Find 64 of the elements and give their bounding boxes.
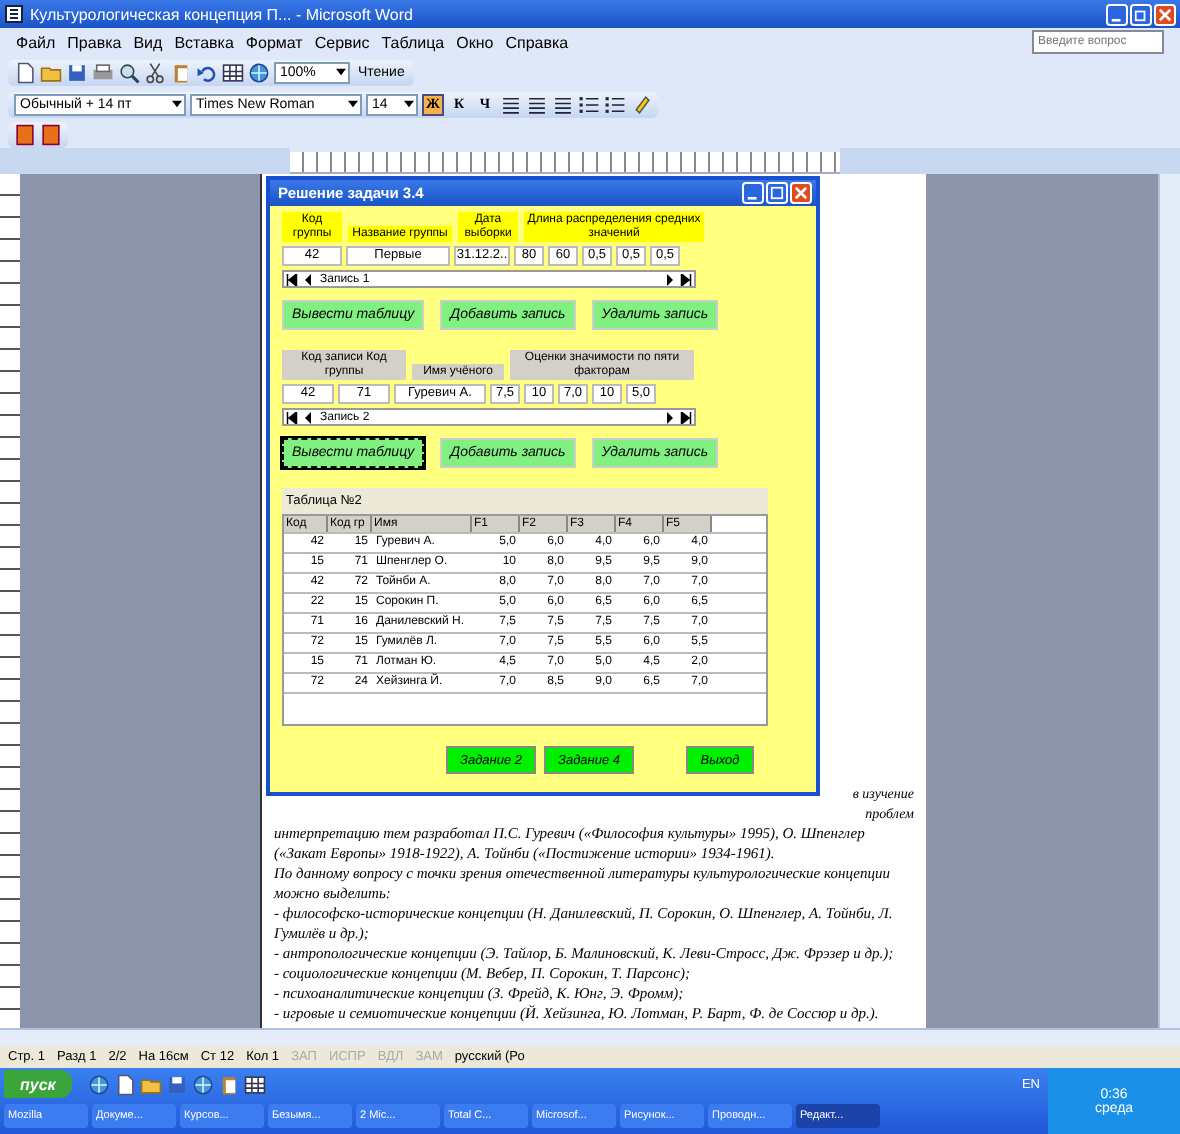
book-icon[interactable] (14, 123, 36, 145)
document-icon (4, 4, 24, 24)
bar-triangle-left-icon (286, 273, 298, 285)
menu-item[interactable]: Окно (456, 33, 494, 51)
list-icon[interactable] (604, 93, 626, 115)
window-title: Культурологическая концепция П... - Microsoft Word (30, 5, 415, 23)
triangle-left-icon (302, 411, 314, 423)
maximize-button[interactable] (766, 182, 788, 204)
maximize-icon (770, 186, 784, 200)
magnifier-icon[interactable] (118, 61, 140, 83)
next-record-button[interactable] (662, 410, 678, 424)
vertical-scrollbar[interactable] (1158, 174, 1180, 1028)
table-icon[interactable] (243, 1073, 266, 1095)
triangle-right-bar-icon (680, 273, 692, 285)
horizontal-scrollbar[interactable] (0, 1028, 1180, 1046)
last-record-button[interactable] (678, 410, 694, 424)
close-icon (794, 186, 808, 200)
undo-icon[interactable] (196, 61, 218, 83)
triangle-left-icon (302, 273, 314, 285)
list-icon[interactable] (578, 93, 600, 115)
document-icon[interactable] (113, 1073, 136, 1095)
menu-item[interactable]: Файл (16, 33, 56, 51)
table-icon[interactable] (222, 61, 244, 83)
menu-item[interactable]: Справка (505, 33, 569, 51)
first-record-button[interactable] (284, 410, 300, 424)
close-icon (1158, 7, 1172, 21)
globe-icon[interactable] (87, 1073, 110, 1095)
printer-icon[interactable] (92, 61, 114, 83)
globe-icon[interactable] (248, 61, 270, 83)
caret-icon (336, 68, 346, 76)
clipboard-icon[interactable] (170, 61, 192, 83)
clipboard-icon[interactable] (217, 1073, 240, 1095)
align-icon[interactable] (526, 93, 548, 115)
align-icon[interactable] (552, 93, 574, 115)
minimize-button[interactable] (1106, 3, 1128, 25)
marker-icon[interactable] (630, 93, 652, 115)
menu-item[interactable]: Формат (245, 33, 303, 51)
globe-icon[interactable] (191, 1073, 214, 1095)
caret-icon (404, 100, 414, 108)
menu-item[interactable]: Вид (133, 33, 163, 51)
bar-triangle-left-icon (286, 411, 298, 423)
minimize-button[interactable] (742, 182, 764, 204)
scissors-icon[interactable] (144, 61, 166, 83)
menu-item[interactable]: Вставка (174, 33, 234, 51)
last-record-button[interactable] (678, 272, 694, 286)
triangle-right-icon (664, 273, 676, 285)
menu-item[interactable]: Таблица (381, 33, 445, 51)
triangle-right-bar-icon (680, 411, 692, 423)
menu-item[interactable]: Сервис (314, 33, 370, 51)
caret-icon (172, 100, 182, 108)
triangle-right-icon (664, 411, 676, 423)
align-icon[interactable] (500, 93, 522, 115)
previous-record-button[interactable] (300, 410, 316, 424)
close-button[interactable] (790, 182, 812, 204)
caret-icon (348, 100, 358, 108)
restore-button[interactable] (1130, 3, 1152, 25)
close-button[interactable] (1154, 3, 1176, 25)
restore-icon (1134, 7, 1148, 21)
next-record-button[interactable] (662, 272, 678, 286)
book-icon[interactable] (40, 123, 62, 145)
first-record-button[interactable] (284, 272, 300, 286)
document-icon[interactable] (14, 61, 36, 83)
previous-record-button[interactable] (300, 272, 316, 286)
menu-item[interactable]: Правка (67, 33, 122, 51)
